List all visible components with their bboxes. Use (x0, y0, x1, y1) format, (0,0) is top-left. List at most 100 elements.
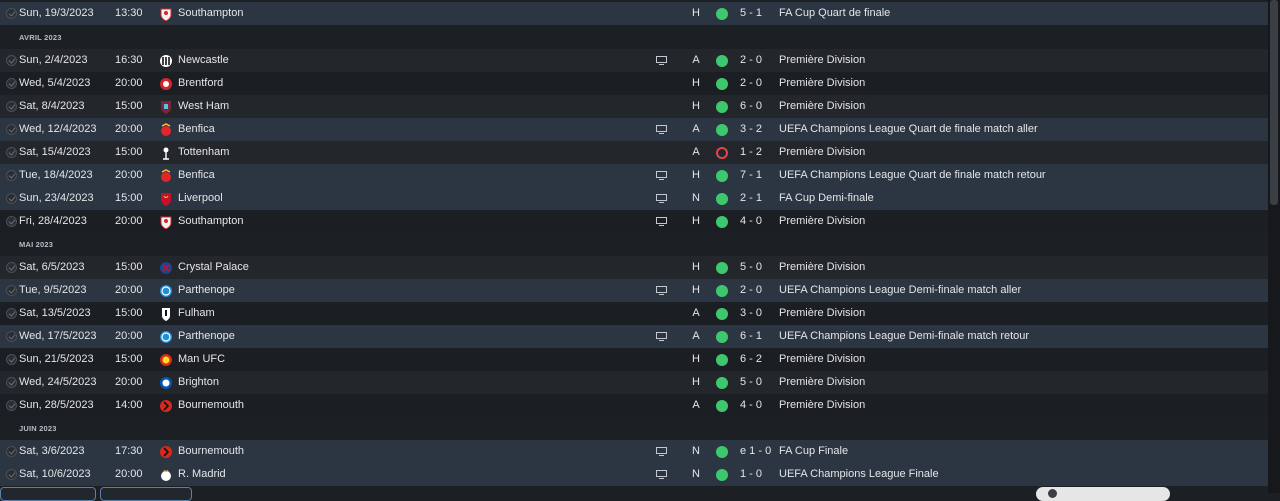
result-win-icon (716, 377, 728, 389)
match-row[interactable]: Sat, 8/4/2023 15:00 West Ham H 6 - 0 Pre… (0, 95, 1268, 118)
match-score[interactable]: 4 - 0 (740, 394, 762, 417)
match-score[interactable]: 2 - 1 (740, 187, 762, 210)
opponent-link[interactable]: R. Madrid (178, 463, 226, 486)
competition-link[interactable]: Première Division (779, 49, 865, 72)
competition-link[interactable]: Première Division (779, 371, 865, 394)
match-row[interactable]: Sat, 6/5/2023 15:00 Crystal Palace H 5 -… (0, 256, 1268, 279)
tv-icon (656, 56, 667, 65)
scrollbar-thumb[interactable] (1270, 0, 1278, 205)
competition-link[interactable]: Première Division (779, 141, 865, 164)
result-win-icon (716, 400, 728, 412)
competition-link[interactable]: UEFA Champions League Quart de finale ma… (779, 164, 1046, 187)
match-score[interactable]: 2 - 0 (740, 279, 762, 302)
match-row[interactable]: Sat, 3/6/2023 17:30 Bournemouth N e 1 - … (0, 440, 1268, 463)
bottom-right-button[interactable] (1036, 487, 1170, 501)
brentford-badge-icon (160, 78, 172, 90)
opponent-link[interactable]: Liverpool (178, 187, 223, 210)
opponent-link[interactable]: Tottenham (178, 141, 229, 164)
tv-icon (656, 447, 667, 456)
result-win-icon (716, 101, 728, 113)
match-row[interactable]: Sat, 13/5/2023 15:00 Fulham A 3 - 0 Prem… (0, 302, 1268, 325)
opponent-link[interactable]: Bournemouth (178, 440, 244, 463)
match-venue: H (692, 261, 700, 273)
match-score[interactable]: 3 - 0 (740, 302, 762, 325)
match-row[interactable]: Sat, 15/4/2023 15:00 Tottenham A 1 - 2 P… (0, 141, 1268, 164)
match-row[interactable]: Wed, 17/5/2023 20:00 Parthenope A 6 - 1 … (0, 325, 1268, 348)
match-time: 15:00 (115, 100, 143, 112)
match-score[interactable]: 5 - 1 (740, 2, 762, 25)
bournemouth-badge-icon (160, 400, 172, 412)
opponent-link[interactable]: Brentford (178, 72, 223, 95)
competition-link[interactable]: UEFA Champions League Demi-finale match … (779, 279, 1021, 302)
match-score[interactable]: 3 - 2 (740, 118, 762, 141)
match-score[interactable]: 6 - 1 (740, 325, 762, 348)
match-score[interactable]: e 1 - 0 (740, 440, 771, 463)
opponent-link[interactable]: Man UFC (178, 348, 225, 371)
match-date: Sat, 13/5/2023 (19, 307, 91, 319)
competition-link[interactable]: Première Division (779, 394, 865, 417)
opponent-link[interactable]: Parthenope (178, 325, 235, 348)
match-score[interactable]: 2 - 0 (740, 72, 762, 95)
competition-link[interactable]: Première Division (779, 72, 865, 95)
match-row[interactable]: Sat, 10/6/2023 20:00 R. Madrid N 1 - 0 U… (0, 463, 1268, 486)
match-date: Sat, 3/6/2023 (19, 445, 85, 457)
opponent-link[interactable]: Brighton (178, 371, 219, 394)
month-label: AVRIL 2023 (19, 33, 62, 42)
match-score[interactable]: 2 - 0 (740, 49, 762, 72)
competition-link[interactable]: Première Division (779, 348, 865, 371)
match-date: Sun, 28/5/2023 (19, 399, 94, 411)
opponent-link[interactable]: Parthenope (178, 279, 235, 302)
match-score[interactable]: 6 - 2 (740, 348, 762, 371)
parthenope-badge-icon (160, 331, 172, 343)
opponent-link[interactable]: Newcastle (178, 49, 229, 72)
match-row[interactable]: Tue, 18/4/2023 20:00 Benfica H 7 - 1 UEF… (0, 164, 1268, 187)
match-row[interactable]: Wed, 5/4/2023 20:00 Brentford H 2 - 0 Pr… (0, 72, 1268, 95)
match-row[interactable]: Sun, 28/5/2023 14:00 Bournemouth A 4 - 0… (0, 394, 1268, 417)
result-win-icon (716, 216, 728, 228)
match-time: 20:00 (115, 468, 143, 480)
match-score[interactable]: 1 - 0 (740, 463, 762, 486)
match-venue: A (692, 54, 700, 66)
result-loss-icon (716, 147, 728, 159)
match-row[interactable]: Wed, 24/5/2023 20:00 Brighton H 5 - 0 Pr… (0, 371, 1268, 394)
match-score[interactable]: 4 - 0 (740, 210, 762, 233)
bottom-button-left[interactable] (0, 487, 96, 501)
competition-link[interactable]: FA Cup Quart de finale (779, 2, 890, 25)
competition-link[interactable]: UEFA Champions League Finale (779, 463, 939, 486)
opponent-link[interactable]: Benfica (178, 164, 215, 187)
competition-link[interactable]: FA Cup Demi-finale (779, 187, 874, 210)
match-score[interactable]: 6 - 0 (740, 95, 762, 118)
opponent-link[interactable]: Crystal Palace (178, 256, 249, 279)
opponent-link[interactable]: Bournemouth (178, 394, 244, 417)
competition-link[interactable]: Première Division (779, 302, 865, 325)
match-row[interactable]: Sun, 21/5/2023 15:00 Man UFC H 6 - 2 Pre… (0, 348, 1268, 371)
competition-link[interactable]: Première Division (779, 95, 865, 118)
match-row[interactable]: Tue, 9/5/2023 20:00 Parthenope H 2 - 0 U… (0, 279, 1268, 302)
match-venue: H (692, 77, 700, 89)
match-row[interactable]: Fri, 28/4/2023 20:00 Southampton H 4 - 0… (0, 210, 1268, 233)
match-score[interactable]: 5 - 0 (740, 371, 762, 394)
parthenope-badge-icon (160, 285, 172, 297)
match-score[interactable]: 7 - 1 (740, 164, 762, 187)
opponent-link[interactable]: Benfica (178, 118, 215, 141)
match-venue: H (692, 353, 700, 365)
competition-link[interactable]: Première Division (779, 210, 865, 233)
match-row[interactable]: Sun, 23/4/2023 15:00 Liverpool N 2 - 1 F… (0, 187, 1268, 210)
match-row[interactable]: Wed, 12/4/2023 20:00 Benfica A 3 - 2 UEF… (0, 118, 1268, 141)
opponent-link[interactable]: Southampton (178, 2, 243, 25)
match-score[interactable]: 1 - 2 (740, 141, 762, 164)
match-row[interactable]: Sun, 2/4/2023 16:30 Newcastle A 2 - 0 Pr… (0, 49, 1268, 72)
bottom-button-second[interactable] (100, 487, 192, 501)
match-score[interactable]: 5 - 0 (740, 256, 762, 279)
opponent-link[interactable]: Fulham (178, 302, 215, 325)
competition-link[interactable]: FA Cup Finale (779, 440, 848, 463)
competition-link[interactable]: UEFA Champions League Quart de finale ma… (779, 118, 1038, 141)
tv-icon (656, 125, 667, 134)
opponent-link[interactable]: Southampton (178, 210, 243, 233)
match-venue: A (692, 330, 700, 342)
opponent-link[interactable]: West Ham (178, 95, 229, 118)
competition-link[interactable]: UEFA Champions League Demi-finale match … (779, 325, 1029, 348)
match-row[interactable]: Sun, 19/3/2023 13:30 Southampton H 5 - 1… (0, 2, 1268, 25)
competition-link[interactable]: Première Division (779, 256, 865, 279)
match-check-icon (6, 469, 17, 480)
